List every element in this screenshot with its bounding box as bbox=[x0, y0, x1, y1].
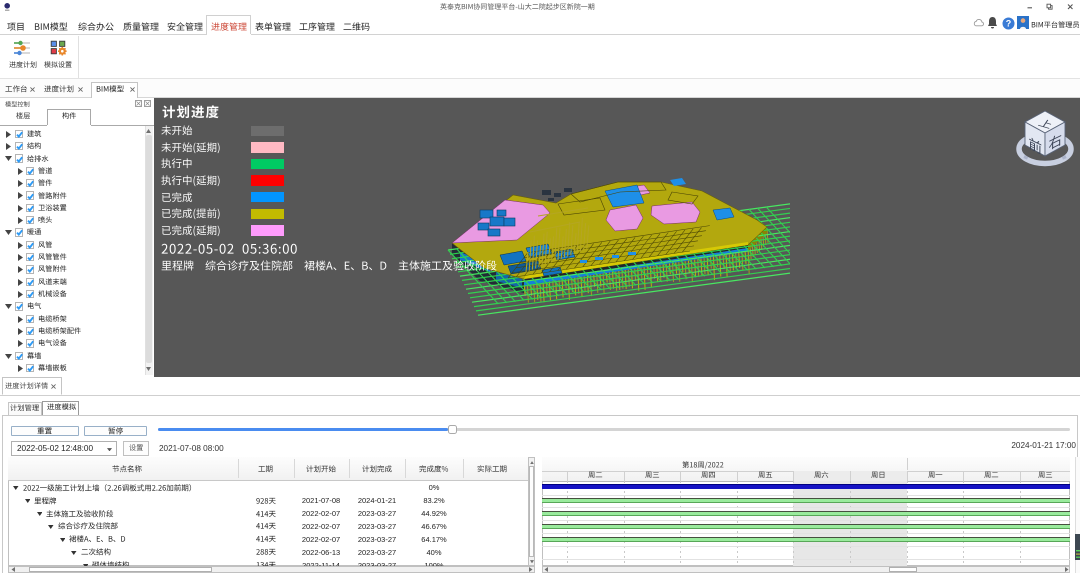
svg-text:?: ? bbox=[1006, 19, 1012, 29]
